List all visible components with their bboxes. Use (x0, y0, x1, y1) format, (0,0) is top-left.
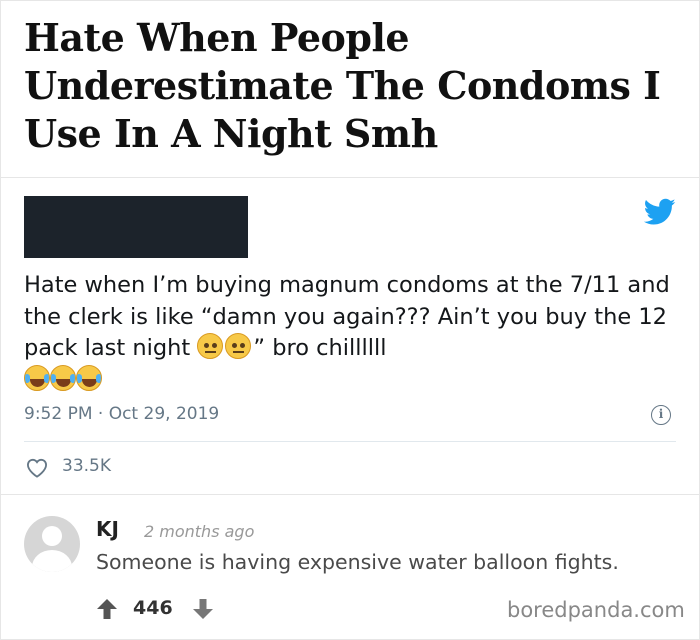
divider (0, 177, 700, 178)
raised-eyebrow-emoji-icon (225, 333, 252, 359)
tears-of-joy-emoji-icon (50, 364, 76, 391)
page-title: Hate When People Underestimate The Condo… (24, 15, 661, 156)
info-icon[interactable]: i (651, 405, 671, 425)
heart-icon[interactable] (26, 458, 48, 478)
comment-author[interactable]: KJ (96, 517, 119, 541)
watermark: boredpanda.com (507, 598, 685, 622)
raised-eyebrow-emoji-icon (197, 333, 224, 359)
divider (0, 494, 700, 495)
tears-of-joy-emoji-icon (76, 364, 102, 391)
like-count: 33.5K (62, 456, 111, 476)
tweet-text: Hate when I’m buying magnum condoms at t… (24, 270, 684, 396)
divider (24, 441, 676, 442)
arrow-down-icon[interactable] (192, 598, 214, 620)
vote-count: 446 (133, 597, 173, 619)
twitter-bird-icon[interactable] (644, 198, 676, 226)
avatar[interactable] (24, 516, 80, 572)
redacted-user-name (24, 196, 248, 258)
tweet-timestamp[interactable]: 9:52 PM · Oct 29, 2019 (24, 404, 219, 424)
comment-time: 2 months ago (144, 522, 255, 541)
tweet-text-part2: ” bro chillllll (253, 335, 387, 361)
comment-text: Someone is having expensive water balloo… (96, 550, 619, 574)
tears-of-joy-emoji-icon (24, 364, 50, 391)
arrow-up-icon[interactable] (96, 598, 118, 620)
